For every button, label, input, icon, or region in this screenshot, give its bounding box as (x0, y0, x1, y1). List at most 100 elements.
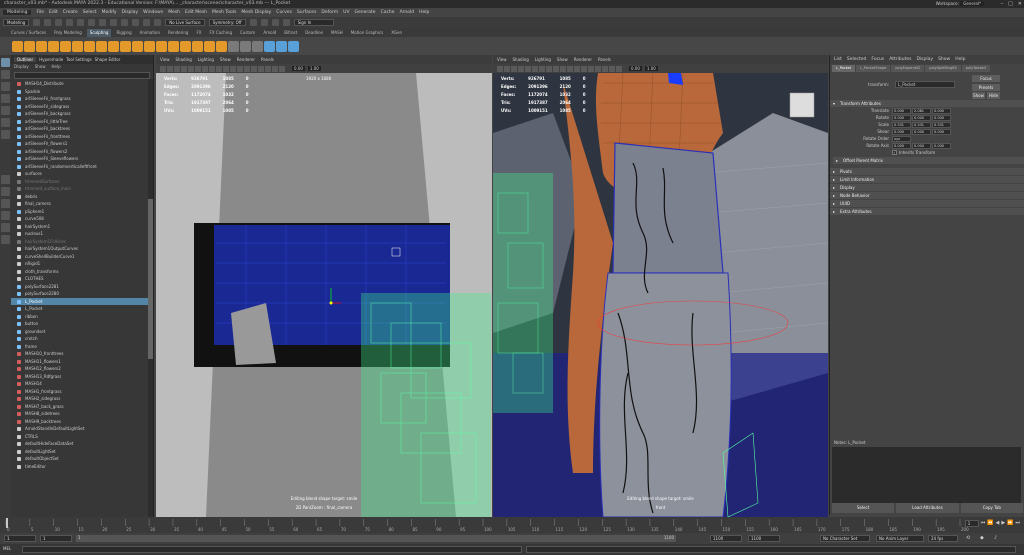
shelf-tab-curves[interactable]: Curves / Surfaces (8, 29, 49, 37)
image-plane-icon[interactable] (518, 65, 524, 72)
shelf-tab-arnold[interactable]: Arnold (260, 29, 279, 37)
resolution-gate-icon[interactable] (539, 65, 545, 72)
outliner-item[interactable]: arlSleeveFri_fronttrees (11, 133, 153, 141)
open-scene-icon[interactable] (44, 19, 52, 26)
outliner-item[interactable]: arlSleeveFri_randomverticalleftfront (11, 163, 153, 171)
section-limit-information[interactable]: Limit Information (830, 176, 1024, 183)
outliner-item[interactable]: MASH9_backtrees (11, 418, 153, 426)
outliner-search-input[interactable] (14, 72, 150, 79)
lights-icon[interactable] (588, 65, 594, 72)
last-tool-icon[interactable] (1, 130, 10, 139)
outliner-item[interactable]: arlSleeveFri_backgrass (11, 110, 153, 118)
symmetry-dropdown[interactable]: Symmetry: Off (208, 19, 246, 26)
tab-poly-expand[interactable]: polyExpand42 (891, 65, 925, 72)
gate-mask-icon[interactable] (209, 65, 215, 72)
menu-mesh-display[interactable]: Mesh Display (241, 10, 271, 15)
select-hierarchy-icon[interactable] (88, 19, 96, 26)
step-back-icon[interactable]: ⏪ (987, 520, 993, 527)
outliner-item[interactable]: debris (11, 193, 153, 201)
lights-icon[interactable] (251, 65, 257, 72)
shear-x[interactable]: 0.000 (892, 128, 911, 135)
outliner-item[interactable]: groundset (11, 328, 153, 336)
playback-start-field[interactable]: 1 (40, 535, 72, 542)
snap-curve-icon[interactable] (132, 19, 140, 26)
xray-icon[interactable] (272, 65, 278, 72)
menu-surfaces[interactable]: Surfaces (297, 10, 317, 15)
outliner-scroll-thumb[interactable] (148, 199, 153, 359)
outliner-item[interactable]: polySurface2281 (11, 283, 153, 291)
key-icon[interactable]: ◆ (980, 535, 984, 541)
tab-l-pocket-shape[interactable]: L_PocketShape (856, 65, 891, 72)
gamma-field[interactable]: 1.00 (644, 66, 658, 71)
pinch-tool-icon[interactable] (60, 40, 71, 52)
view-cube-icon[interactable] (789, 92, 815, 118)
section-uuid[interactable]: UUID (830, 200, 1024, 207)
shelf-tab-fx-caching[interactable]: FX Caching (207, 29, 235, 37)
select-tool-icon[interactable] (1, 58, 10, 67)
focus-button[interactable]: Focus (972, 75, 1000, 82)
smooth-tool-icon[interactable] (24, 40, 35, 52)
shelf-tab-deadline[interactable]: Deadline (302, 29, 326, 37)
scale-tool-icon[interactable] (1, 118, 10, 127)
outliner-item[interactable]: arlSleeveFri_littleTree (11, 118, 153, 126)
vp2-menu-lighting[interactable]: Lighting (535, 57, 551, 62)
outliner-item[interactable]: MASH2_sidegrass (11, 395, 153, 403)
outliner-item[interactable]: arlSleeveFri_sidegrass (11, 103, 153, 111)
shape-editor-icon[interactable] (276, 40, 287, 52)
relax-tool-icon[interactable] (36, 40, 47, 52)
copy-tab-button[interactable]: Copy Tab (960, 503, 1023, 513)
outliner-item[interactable]: cloth_transforms (11, 268, 153, 276)
wax-tool-icon[interactable] (132, 40, 143, 52)
menu-cache[interactable]: Cache (381, 10, 395, 15)
snap-grid-icon[interactable] (121, 19, 129, 26)
bookmark-icon[interactable] (174, 65, 180, 72)
vp2-menu-show[interactable]: Show (557, 57, 568, 62)
smear-tool-icon[interactable] (180, 40, 191, 52)
menu-modify[interactable]: Modify (102, 10, 117, 15)
rotate-z[interactable]: 0.000 (932, 114, 951, 121)
rotate-order-dropdown[interactable]: xyz (892, 135, 911, 142)
menu-uv[interactable]: UV (343, 10, 349, 15)
shelf-tab-animation[interactable]: Animation (137, 29, 163, 37)
current-time-marker[interactable] (6, 518, 8, 528)
tab-shape-editor[interactable]: Shape Editor (95, 57, 121, 62)
outliner-item[interactable]: MASH1_frontgrass (11, 388, 153, 396)
vp1-menu-show[interactable]: Show (220, 57, 231, 62)
tab-poly-tweak[interactable]: polyTweak3 (961, 65, 991, 72)
workspace-selector[interactable]: Workspace: General* (936, 0, 984, 8)
single-view-icon[interactable] (1, 175, 10, 184)
vp1-menu-panels[interactable]: Panels (261, 57, 274, 62)
select-component-icon[interactable] (110, 19, 118, 26)
outliner-item[interactable]: arlSleeveFri_flowers2 (11, 148, 153, 156)
shelf-tab-motion-graphics[interactable]: Motion Graphics (348, 29, 387, 37)
outliner-item[interactable]: hairSystem1OutputCurves (11, 245, 153, 253)
end-time-field[interactable]: 1100 (748, 535, 780, 542)
outliner-item[interactable]: nRigid1 (11, 260, 153, 268)
shelf-tab-mash[interactable]: MASH (328, 29, 346, 37)
shear-z[interactable]: 0.000 (932, 128, 951, 135)
vp2-menu-view[interactable]: View (497, 57, 507, 62)
outliner-item[interactable]: curveShellBuilderCurve1 (11, 253, 153, 261)
film-gate-icon[interactable] (195, 65, 201, 72)
section-node-behavior[interactable]: Node Behavior (830, 192, 1024, 199)
gate-mask-icon[interactable] (546, 65, 552, 72)
graph-layout-icon[interactable] (1, 223, 10, 232)
snap-point-icon[interactable] (143, 19, 151, 26)
character-set-dropdown[interactable]: No Character Set (820, 535, 870, 542)
loop-icon[interactable]: ⟲ (966, 535, 970, 541)
bookmark-icon[interactable] (511, 65, 517, 72)
start-time-field[interactable]: 1 (4, 535, 36, 542)
flatten-tool-icon[interactable] (72, 40, 83, 52)
play-forward-icon[interactable]: ▶ (1001, 520, 1005, 527)
shelf-tab-poly[interactable]: Poly Modeling (51, 29, 85, 37)
smooth-shade-icon[interactable] (237, 65, 243, 72)
field-chart-icon[interactable] (553, 65, 559, 72)
translate-z[interactable]: 0.000 (932, 107, 951, 114)
outliner-item[interactable]: hairSystem1 (11, 223, 153, 231)
time-slider[interactable]: 0 5 10 15 20 25 30 35 40 45 50 55 60 65 70 75 80 85 90 95 10… (0, 517, 1024, 533)
shadows-icon[interactable] (595, 65, 601, 72)
vp2-menu-shading[interactable]: Shading (513, 57, 529, 62)
menu-display[interactable]: Display (122, 10, 139, 15)
outliner-item[interactable]: surfaces (11, 170, 153, 178)
ae-menu-show[interactable]: Show (938, 57, 950, 62)
